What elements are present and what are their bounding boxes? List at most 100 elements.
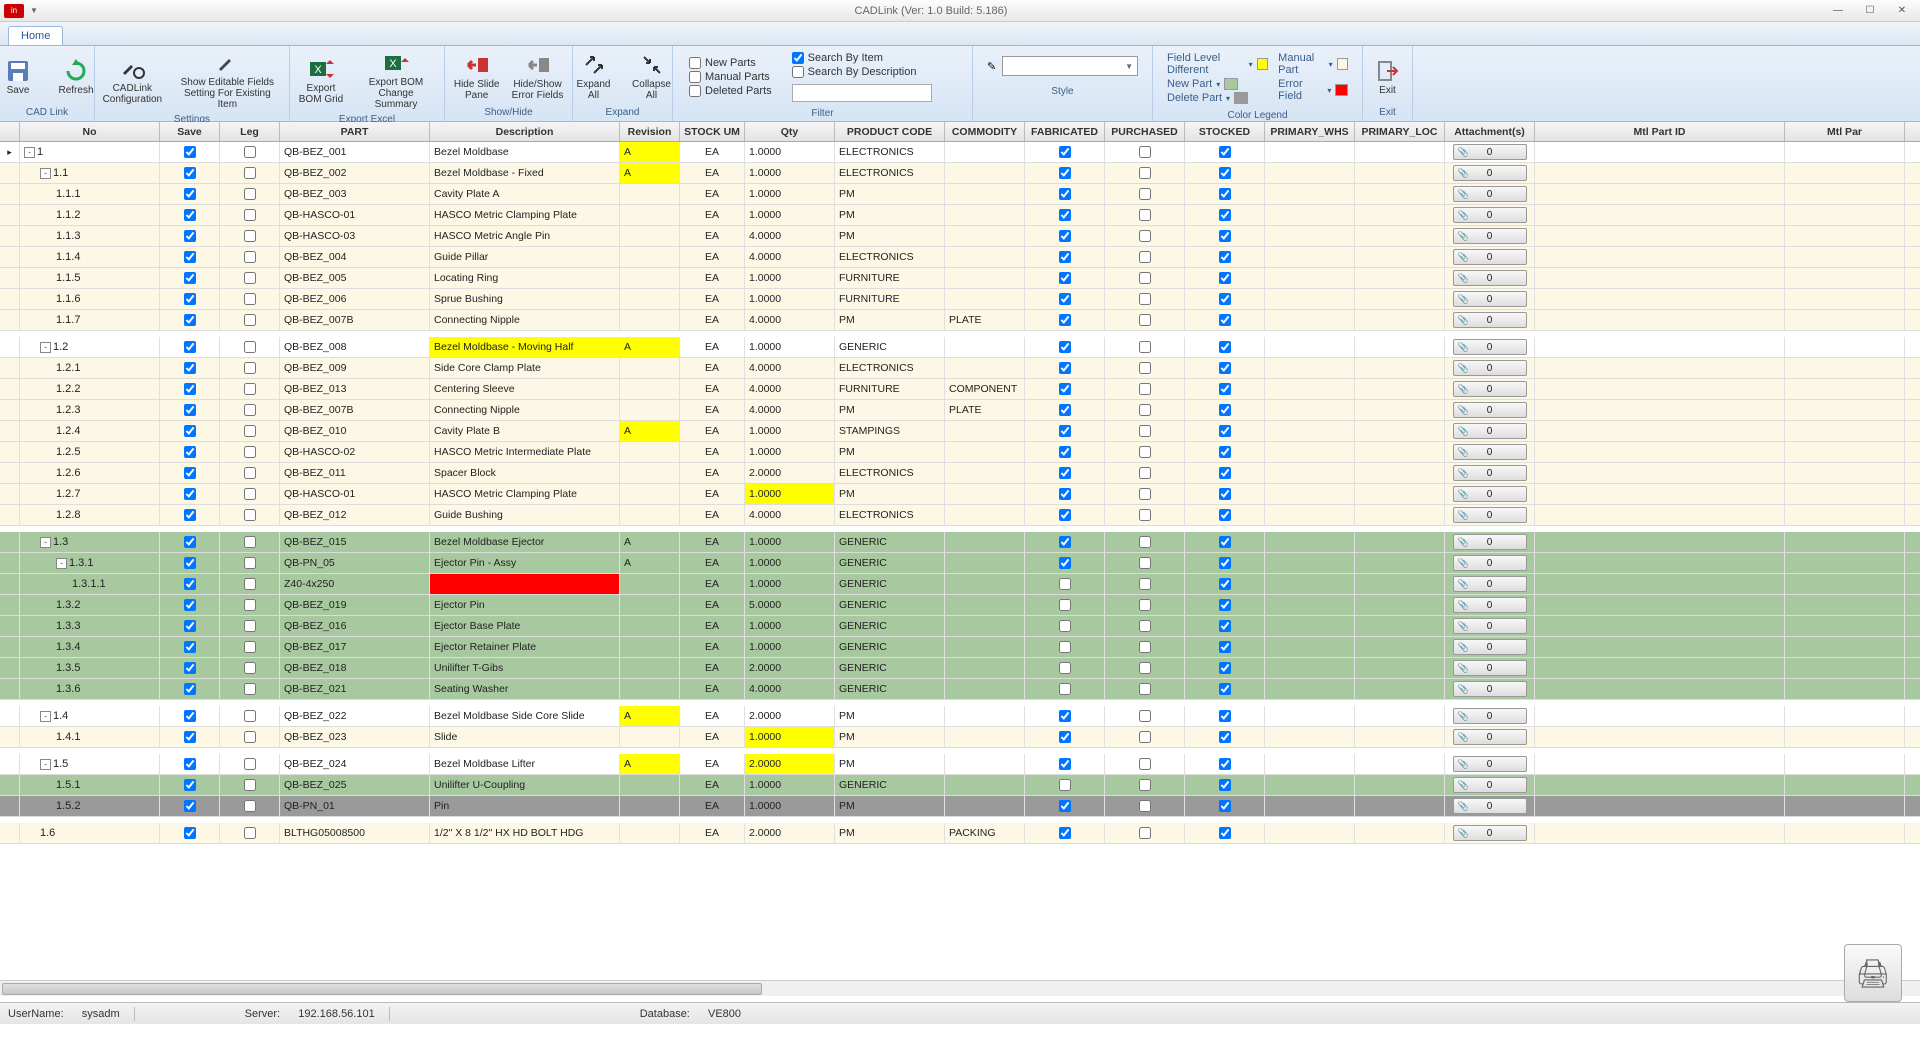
attachment-button[interactable]: 0 [1453, 681, 1527, 697]
style-select[interactable]: ▼ [1002, 56, 1138, 76]
attachment-button[interactable]: 0 [1453, 207, 1527, 223]
leg-checkbox[interactable] [244, 314, 256, 326]
stocked-checkbox[interactable] [1219, 146, 1231, 158]
fabricated-checkbox[interactable] [1059, 800, 1071, 812]
save-checkbox[interactable] [184, 425, 196, 437]
table-row[interactable]: 1.1.3QB-HASCO-03HASCO Metric Angle PinEA… [0, 226, 1920, 247]
save-checkbox[interactable] [184, 230, 196, 242]
save-checkbox[interactable] [184, 293, 196, 305]
leg-checkbox[interactable] [244, 167, 256, 179]
save-checkbox[interactable] [184, 731, 196, 743]
expand-all-button[interactable]: Expand All [569, 50, 619, 103]
stocked-checkbox[interactable] [1219, 314, 1231, 326]
save-checkbox[interactable] [184, 404, 196, 416]
stocked-checkbox[interactable] [1219, 446, 1231, 458]
leg-checkbox[interactable] [244, 446, 256, 458]
table-row[interactable]: 1.3.2QB-BEZ_019Ejector PinEA5.0000GENERI… [0, 595, 1920, 616]
attachment-button[interactable]: 0 [1453, 312, 1527, 328]
save-checkbox[interactable] [184, 167, 196, 179]
leg-checkbox[interactable] [244, 362, 256, 374]
attachment-button[interactable]: 0 [1453, 618, 1527, 634]
fabricated-checkbox[interactable] [1059, 683, 1071, 695]
table-row[interactable]: 1.3.1.1Z40-4x250EA1.0000GENERIC0 [0, 574, 1920, 595]
table-row[interactable]: 1.1.4QB-BEZ_004Guide PillarEA4.0000ELECT… [0, 247, 1920, 268]
save-checkbox[interactable] [184, 146, 196, 158]
table-row[interactable]: 1.3.4QB-BEZ_017Ejector Retainer PlateEA1… [0, 637, 1920, 658]
fabricated-checkbox[interactable] [1059, 188, 1071, 200]
leg-checkbox[interactable] [244, 536, 256, 548]
purchased-checkbox[interactable] [1139, 536, 1151, 548]
table-row[interactable]: 1.3.5QB-BEZ_018Unilifter T-GibsEA2.0000G… [0, 658, 1920, 679]
save-checkbox[interactable] [184, 710, 196, 722]
tree-toggle[interactable]: - [40, 759, 51, 770]
fabricated-checkbox[interactable] [1059, 509, 1071, 521]
save-button[interactable]: Save [0, 56, 43, 98]
leg-checkbox[interactable] [244, 827, 256, 839]
save-checkbox[interactable] [184, 272, 196, 284]
stocked-checkbox[interactable] [1219, 167, 1231, 179]
leg-checkbox[interactable] [244, 383, 256, 395]
stocked-checkbox[interactable] [1219, 620, 1231, 632]
purchased-checkbox[interactable] [1139, 251, 1151, 263]
fabricated-checkbox[interactable] [1059, 209, 1071, 221]
purchased-checkbox[interactable] [1139, 662, 1151, 674]
fabricated-checkbox[interactable] [1059, 467, 1071, 479]
attachment-button[interactable]: 0 [1453, 291, 1527, 307]
table-row[interactable]: 1.2.2QB-BEZ_013Centering SleeveEA4.0000F… [0, 379, 1920, 400]
col-header[interactable] [0, 122, 20, 141]
col-header[interactable]: Qty [745, 122, 835, 141]
float-device-icon[interactable]: 🖨 [1844, 944, 1902, 1002]
fabricated-checkbox[interactable] [1059, 827, 1071, 839]
table-row[interactable]: 1.5.1QB-BEZ_025Unilifter U-CouplingEA1.0… [0, 775, 1920, 796]
qat-dropdown-icon[interactable]: ▼ [30, 6, 38, 15]
attachment-button[interactable]: 0 [1453, 660, 1527, 676]
attachment-button[interactable]: 0 [1453, 444, 1527, 460]
stocked-checkbox[interactable] [1219, 404, 1231, 416]
col-header[interactable]: PART [280, 122, 430, 141]
stocked-checkbox[interactable] [1219, 599, 1231, 611]
leg-checkbox[interactable] [244, 272, 256, 284]
stocked-checkbox[interactable] [1219, 557, 1231, 569]
leg-checkbox[interactable] [244, 578, 256, 590]
attachment-button[interactable]: 0 [1453, 507, 1527, 523]
save-checkbox[interactable] [184, 446, 196, 458]
attachment-button[interactable]: 0 [1453, 576, 1527, 592]
purchased-checkbox[interactable] [1139, 800, 1151, 812]
leg-checkbox[interactable] [244, 731, 256, 743]
leg-checkbox[interactable] [244, 404, 256, 416]
attachment-button[interactable]: 0 [1453, 381, 1527, 397]
col-header[interactable]: STOCK UM [680, 122, 745, 141]
leg-checkbox[interactable] [244, 710, 256, 722]
attachment-button[interactable]: 0 [1453, 534, 1527, 550]
col-header[interactable]: Mtl Par [1785, 122, 1905, 141]
stocked-checkbox[interactable] [1219, 536, 1231, 548]
purchased-checkbox[interactable] [1139, 827, 1151, 839]
save-checkbox[interactable] [184, 488, 196, 500]
cadlink-config-button[interactable]: CADLink Configuration [101, 54, 164, 107]
fabricated-checkbox[interactable] [1059, 536, 1071, 548]
attachment-button[interactable]: 0 [1453, 144, 1527, 160]
table-row[interactable]: 1.3.3QB-BEZ_016Ejector Base PlateEA1.000… [0, 616, 1920, 637]
col-header[interactable]: COMMODITY [945, 122, 1025, 141]
stocked-checkbox[interactable] [1219, 488, 1231, 500]
stocked-checkbox[interactable] [1219, 209, 1231, 221]
purchased-checkbox[interactable] [1139, 383, 1151, 395]
stocked-checkbox[interactable] [1219, 758, 1231, 770]
maximize-button[interactable]: ☐ [1856, 3, 1884, 19]
refresh-button[interactable]: Refresh [51, 56, 101, 98]
attachment-button[interactable]: 0 [1453, 228, 1527, 244]
purchased-checkbox[interactable] [1139, 620, 1151, 632]
save-checkbox[interactable] [184, 314, 196, 326]
attachment-button[interactable]: 0 [1453, 402, 1527, 418]
legend-error-field[interactable]: Error Field▾ [1278, 78, 1348, 102]
purchased-checkbox[interactable] [1139, 446, 1151, 458]
save-checkbox[interactable] [184, 578, 196, 590]
save-checkbox[interactable] [184, 536, 196, 548]
fabricated-checkbox[interactable] [1059, 578, 1071, 590]
table-row[interactable]: -1.3.1QB-PN_05Ejector Pin - AssyAEA1.000… [0, 553, 1920, 574]
leg-checkbox[interactable] [244, 758, 256, 770]
purchased-checkbox[interactable] [1139, 146, 1151, 158]
purchased-checkbox[interactable] [1139, 488, 1151, 500]
attachment-button[interactable]: 0 [1453, 186, 1527, 202]
purchased-checkbox[interactable] [1139, 731, 1151, 743]
